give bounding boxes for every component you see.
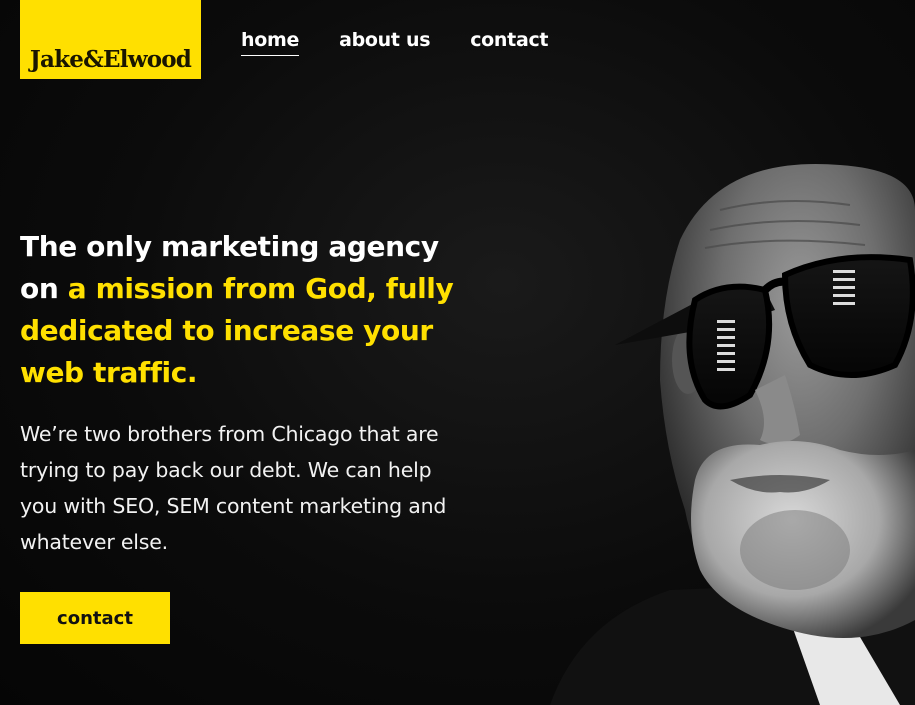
logo[interactable]: Jake&Elwood [20,0,201,79]
portrait-image [550,163,915,705]
logo-text: Jake&Elwood [29,46,192,73]
nav-item-about-us[interactable]: about us [339,29,430,56]
main-nav: home about us contact [241,29,549,56]
hero-body-text: We’re two brothers from Chicago that are… [20,422,447,554]
hero-headline: The only marketing agency on a mission f… [20,226,480,394]
headline-yellow-text: a mission from God, fully dedicated to i… [20,272,454,389]
nav-item-home[interactable]: home [241,29,299,56]
nav-item-contact[interactable]: contact [470,29,548,56]
page-background: Jake&Elwood home about us contact The on… [0,0,915,705]
contact-button[interactable]: contact [20,592,170,644]
